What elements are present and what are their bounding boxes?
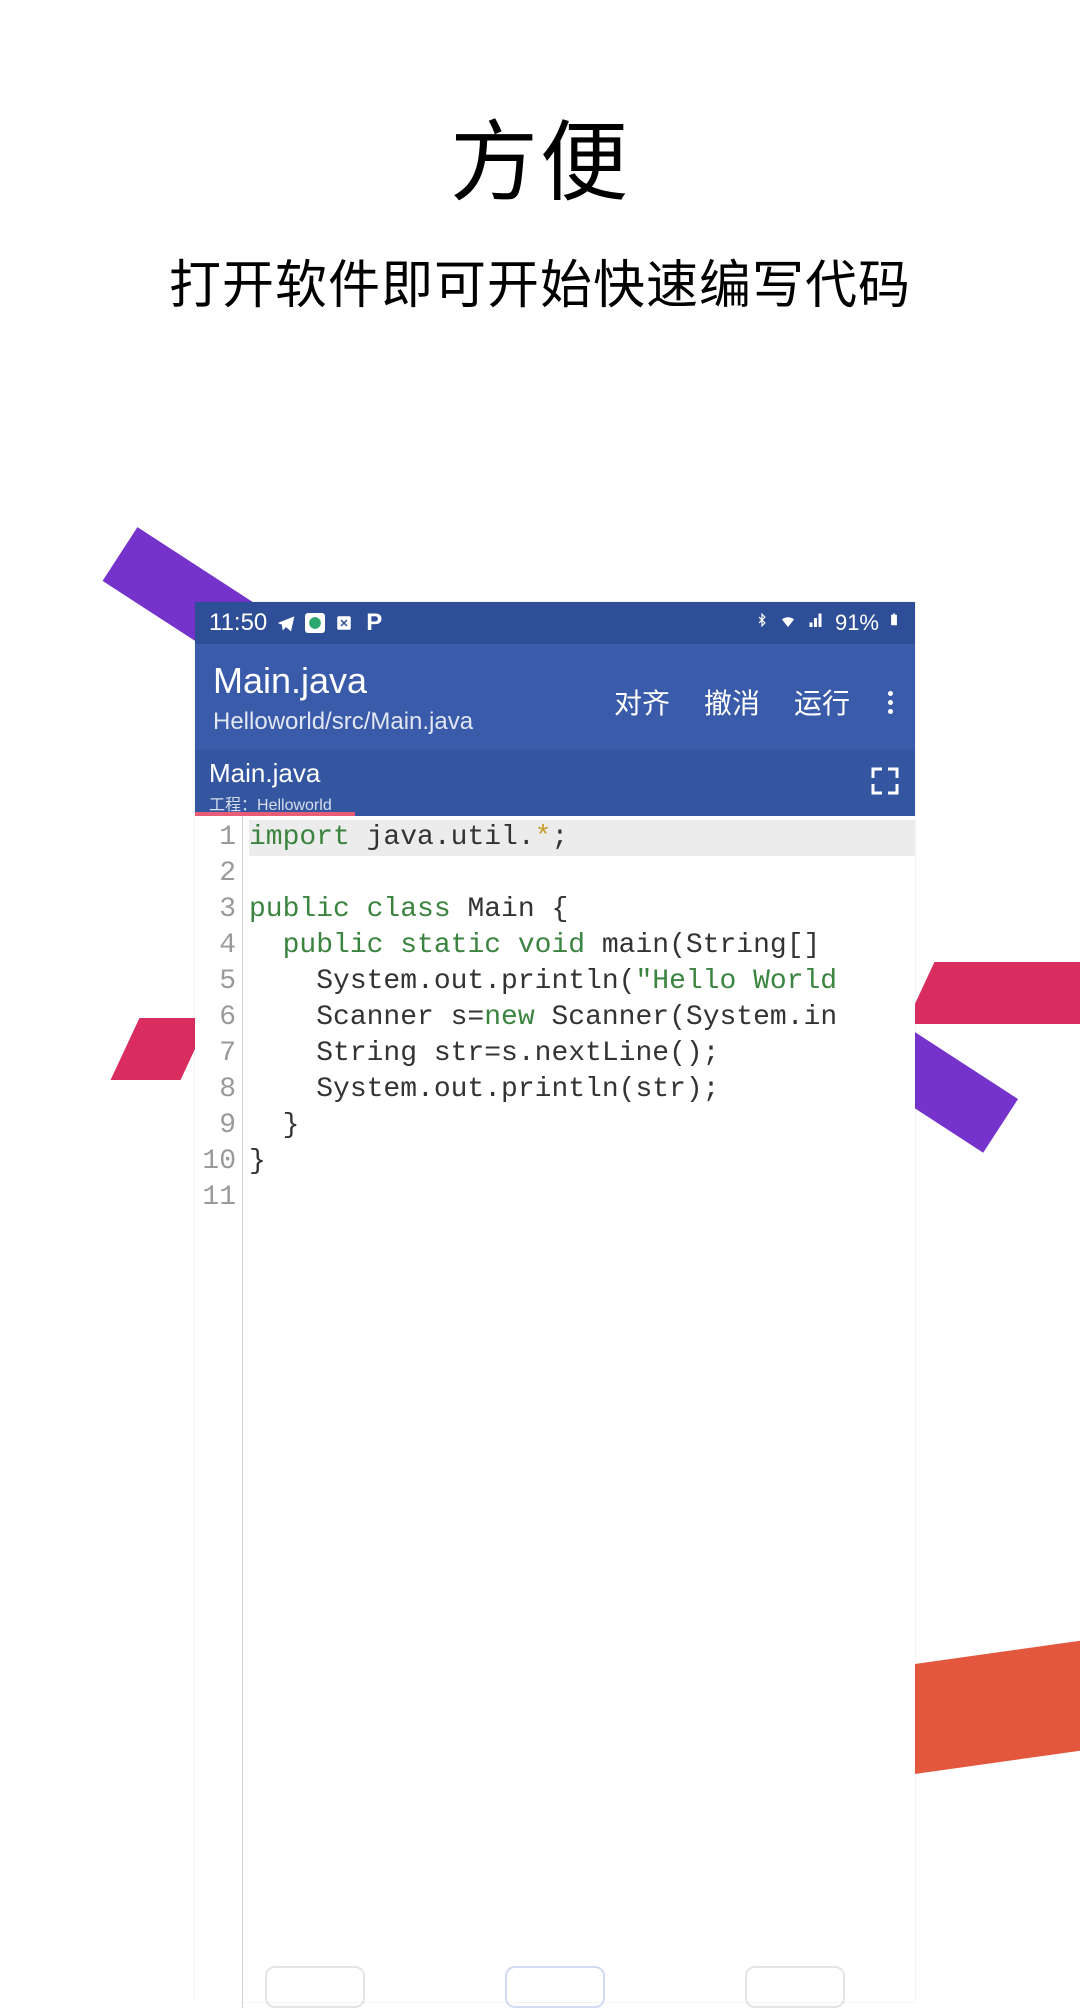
run-button[interactable]: 运行 [794,682,850,722]
nav-recent-icon[interactable] [265,1966,365,2008]
battery-icon [887,609,901,637]
decorative-bar-pink-right [906,962,1080,1024]
bluetooth-icon [755,610,769,636]
tab-title: Main.java [209,758,332,789]
code-editor[interactable]: 1234567891011 import java.util.*; public… [195,816,915,2008]
tab-bar: Main.java 工程：Helloworld [195,750,915,816]
undo-button[interactable]: 撤消 [704,682,760,722]
phone-mockup: 11:50 P 91% [195,602,915,2002]
status-bar: 11:50 P 91% [195,602,915,644]
fullscreen-icon[interactable] [867,763,903,804]
wifi-icon [777,610,799,636]
signal-icon [807,610,827,636]
battery-text: 91% [835,610,879,636]
nav-home-icon[interactable] [505,1966,605,2008]
code-area[interactable]: import java.util.*; public class Main { … [243,816,915,2008]
line-number-gutter: 1234567891011 [195,816,243,2008]
camera-icon [305,613,325,633]
align-button[interactable]: 对齐 [614,682,670,722]
promo-title: 方便 [0,92,1080,219]
nav-back-icon[interactable] [745,1966,845,2008]
tab-main-java[interactable]: Main.java 工程：Helloworld [195,752,346,815]
telegram-icon [275,612,297,634]
android-nav-bar [195,1966,915,2008]
p-icon: P [363,612,385,634]
app-bar-path: Helloworld/src/Main.java [213,708,614,736]
status-time: 11:50 [209,609,267,637]
notification-icon [333,612,355,634]
tab-underline [195,812,355,816]
app-bar-title: Main.java [213,660,614,702]
promo-subtitle: 打开软件即可开始快速编写代码 [0,243,1080,318]
tab-project: 工程：Helloworld [209,791,332,815]
more-menu-icon[interactable] [884,687,897,718]
app-bar: Main.java Helloworld/src/Main.java 对齐 撤消… [195,644,915,750]
